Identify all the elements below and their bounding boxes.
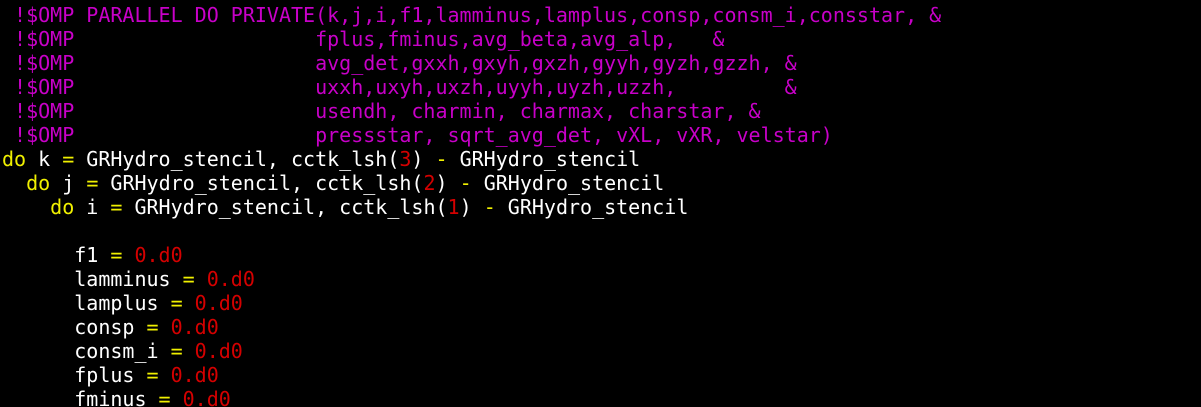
code-token-text: GRHydro_stencil, cctk_lsh( — [122, 195, 448, 219]
code-token-operator: = — [170, 291, 183, 315]
code-line: f1 = 0.d0 — [2, 243, 1199, 267]
code-token-number: 0.d0 — [194, 291, 243, 315]
code-token-operator: - — [435, 147, 448, 171]
code-editor[interactable]: !$OMP PARALLEL DO PRIVATE(k,j,i,f1,lammi… — [2, 3, 1199, 407]
code-token-keyword: do — [26, 171, 51, 195]
code-token-comment: !$OMP PARALLEL DO PRIVATE(k,j,i,f1,lammi… — [2, 3, 942, 27]
code-token-text: GRHydro_stencil, cctk_lsh( — [74, 147, 400, 171]
code-line: lamplus = 0.d0 — [2, 291, 1199, 315]
code-line: !$OMP pressstar, sqrt_avg_det, vXL, vXR,… — [2, 123, 1199, 147]
code-token-number: 3 — [399, 147, 412, 171]
code-token-number: 0.d0 — [182, 387, 231, 407]
code-token-operator: = — [158, 387, 171, 407]
code-line: !$OMP usendh, charmin, charmax, charstar… — [2, 99, 1199, 123]
code-token-text: consp — [2, 315, 147, 339]
code-token-comment: !$OMP usendh, charmin, charmax, charstar… — [2, 99, 761, 123]
code-token-text: f1 — [2, 243, 111, 267]
code-token-text: lamminus — [2, 267, 183, 291]
code-line: !$OMP avg_det,gxxh,gxyh,gxzh,gyyh,gyzh,g… — [2, 51, 1199, 75]
code-line: fplus = 0.d0 — [2, 363, 1199, 387]
code-token-number: 0.d0 — [170, 363, 219, 387]
code-line: fminus = 0.d0 — [2, 387, 1199, 407]
code-token-text: GRHydro_stencil, cctk_lsh( — [98, 171, 424, 195]
code-token-text: i — [74, 195, 111, 219]
code-token-operator: = — [110, 243, 123, 267]
code-token-text: ) — [435, 171, 460, 195]
code-line: !$OMP uxxh,uxyh,uxzh,uyyh,uyzh,uzzh, & — [2, 75, 1199, 99]
code-token-number: 1 — [447, 195, 460, 219]
code-token-text: j — [50, 171, 87, 195]
code-token-comment: !$OMP avg_det,gxxh,gxyh,gxzh,gyyh,gyzh,g… — [2, 51, 797, 75]
code-token-operator: - — [483, 195, 496, 219]
code-token-operator: = — [110, 195, 123, 219]
code-token-number: 0.d0 — [194, 339, 243, 363]
code-token-operator: = — [182, 267, 195, 291]
code-line: !$OMP PARALLEL DO PRIVATE(k,j,i,f1,lammi… — [2, 3, 1199, 27]
code-token-operator: = — [170, 339, 183, 363]
code-line: !$OMP fplus,fminus,avg_beta,avg_alp, & — [2, 27, 1199, 51]
code-token-number: 0.d0 — [134, 243, 183, 267]
code-token-keyword: do — [50, 195, 75, 219]
code-token-number: 0.d0 — [206, 267, 255, 291]
code-line: lamminus = 0.d0 — [2, 267, 1199, 291]
code-token-number: 2 — [423, 171, 436, 195]
code-token-text: ) — [411, 147, 436, 171]
code-token-operator: = — [86, 171, 99, 195]
code-token-operator: = — [62, 147, 75, 171]
code-token-text: ) — [459, 195, 484, 219]
code-line: consp = 0.d0 — [2, 315, 1199, 339]
code-token-text: GRHydro_stencil — [495, 195, 689, 219]
code-line: do j = GRHydro_stencil, cctk_lsh(2) - GR… — [2, 171, 1199, 195]
code-token-operator: - — [459, 171, 472, 195]
code-token-operator: = — [146, 315, 159, 339]
code-line: consm_i = 0.d0 — [2, 339, 1199, 363]
code-token-comment: !$OMP uxxh,uxyh,uxzh,uyyh,uyzh,uzzh, & — [2, 75, 797, 99]
code-token-comment: !$OMP pressstar, sqrt_avg_det, vXL, vXR,… — [2, 123, 833, 147]
code-token-text: GRHydro_stencil — [447, 147, 641, 171]
code-token-text: GRHydro_stencil — [471, 171, 665, 195]
code-token-text: fplus — [2, 363, 147, 387]
code-line: do k = GRHydro_stencil, cctk_lsh(3) - GR… — [2, 147, 1199, 171]
code-token-keyword: do — [2, 147, 27, 171]
code-token-text: fminus — [2, 387, 159, 407]
code-token-number: 0.d0 — [170, 315, 219, 339]
code-token-comment: !$OMP fplus,fminus,avg_beta,avg_alp, & — [2, 27, 725, 51]
code-token-text: consm_i — [2, 339, 171, 363]
code-token-text: lamplus — [2, 291, 171, 315]
code-line: do i = GRHydro_stencil, cctk_lsh(1) - GR… — [2, 195, 1199, 219]
code-token-operator: = — [146, 363, 159, 387]
code-token-text: k — [26, 147, 63, 171]
